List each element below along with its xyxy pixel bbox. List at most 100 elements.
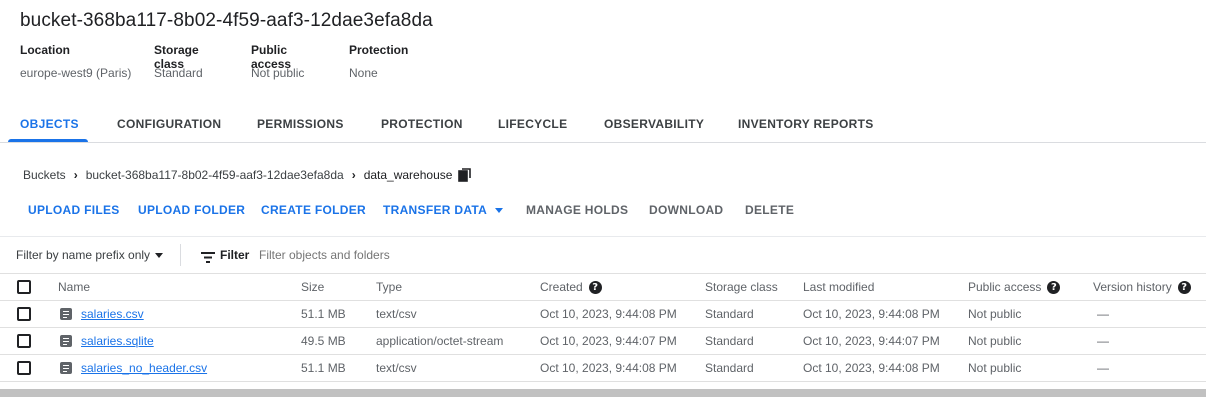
- filter-bar: Filter by name prefix only Filter: [0, 236, 1206, 273]
- file-icon: [60, 308, 72, 320]
- version-history-cell: —: [1093, 354, 1206, 382]
- name-cell: salaries.sqlite: [58, 327, 301, 355]
- filter-prefix-dropdown[interactable]: Filter by name prefix only: [16, 248, 164, 262]
- select-all-checkbox[interactable]: [17, 280, 31, 295]
- object-link[interactable]: salaries.csv: [81, 307, 144, 321]
- file-icon: [60, 362, 72, 374]
- breadcrumb-bucket[interactable]: bucket-368ba117-8b02-4f59-aaf3-12dae3efa…: [86, 168, 344, 182]
- last-modified-cell: Oct 10, 2023, 9:44:08 PM: [803, 354, 968, 382]
- public-access-cell: Not public: [968, 300, 1093, 328]
- transfer-data-label: TRANSFER DATA: [383, 203, 488, 217]
- meta-value: europe-west9 (Paris): [20, 66, 132, 80]
- tab-objects[interactable]: OBJECTS: [20, 117, 79, 131]
- storage-class-cell: Standard: [705, 327, 803, 355]
- active-tab-indicator: [8, 139, 88, 142]
- col-storage-class[interactable]: Storage class: [705, 273, 803, 301]
- col-name[interactable]: Name: [58, 273, 301, 301]
- type-cell: application/octet-stream: [376, 327, 540, 355]
- upload-files-button[interactable]: UPLOAD FILES: [28, 203, 120, 217]
- col-created[interactable]: Created?: [540, 273, 705, 301]
- meta-value: Standard: [154, 66, 203, 80]
- meta-value: None: [349, 66, 378, 80]
- tab-permissions[interactable]: PERMISSIONS: [257, 117, 344, 131]
- download-button[interactable]: DOWNLOAD: [649, 203, 723, 217]
- table-row: salaries.sqlite 49.5 MB application/octe…: [0, 327, 1206, 355]
- tab-bar: OBJECTS CONFIGURATION PERMISSIONS PROTEC…: [0, 108, 1206, 143]
- caret-down-icon: [155, 253, 164, 259]
- version-history-cell: —: [1093, 300, 1206, 328]
- tab-protection[interactable]: PROTECTION: [381, 117, 463, 131]
- storage-class-cell: Standard: [705, 354, 803, 382]
- filter-icon: [201, 250, 215, 263]
- row-checkbox[interactable]: [17, 361, 31, 376]
- created-cell: Oct 10, 2023, 9:44:08 PM: [540, 354, 705, 382]
- object-link[interactable]: salaries_no_header.csv: [81, 361, 207, 375]
- meta-label: Protection: [349, 43, 409, 57]
- row-select-cell: [0, 354, 58, 382]
- table-row: salaries.csv 51.1 MB text/csv Oct 10, 20…: [0, 300, 1206, 328]
- size-cell: 51.1 MB: [301, 300, 376, 328]
- col-public-access[interactable]: Public access?: [968, 273, 1093, 301]
- filter-objects-input[interactable]: [259, 248, 559, 262]
- size-cell: 49.5 MB: [301, 327, 376, 355]
- row-select-cell: [0, 300, 58, 328]
- tab-configuration[interactable]: CONFIGURATION: [117, 117, 221, 131]
- file-icon: [60, 335, 72, 347]
- copy-icon[interactable]: [458, 168, 472, 182]
- bucket-title: bucket-368ba117-8b02-4f59-aaf3-12dae3efa…: [20, 10, 433, 31]
- name-cell: salaries.csv: [58, 300, 301, 328]
- meta-label: Location: [20, 43, 70, 57]
- size-cell: 51.1 MB: [301, 354, 376, 382]
- meta-label: Public access: [251, 43, 292, 71]
- horizontal-scrollbar[interactable]: [0, 389, 1206, 397]
- meta-storage-class: Storage class Standard: [154, 43, 231, 80]
- breadcrumb-current-folder: data_warehouse: [363, 168, 453, 182]
- breadcrumb-buckets[interactable]: Buckets: [23, 168, 66, 182]
- name-cell: salaries_no_header.csv: [58, 354, 301, 382]
- public-access-cell: Not public: [968, 354, 1093, 382]
- select-all-cell: [0, 273, 58, 301]
- col-created-label: Created: [540, 279, 583, 294]
- manage-holds-button[interactable]: MANAGE HOLDS: [526, 203, 628, 217]
- meta-public-access: Public access Not public: [251, 43, 329, 80]
- bucket-meta: Location europe-west9 (Paris) Storage cl…: [20, 43, 439, 80]
- tab-lifecycle[interactable]: LIFECYCLE: [498, 117, 567, 131]
- col-version-history-label: Version history: [1093, 279, 1172, 294]
- type-cell: text/csv: [376, 354, 540, 382]
- caret-down-icon: [495, 208, 504, 214]
- public-access-cell: Not public: [968, 327, 1093, 355]
- table-header-row: Name Size Type Created? Storage class La…: [0, 273, 1206, 301]
- type-cell: text/csv: [376, 300, 540, 328]
- storage-class-cell: Standard: [705, 300, 803, 328]
- delete-button[interactable]: DELETE: [745, 203, 794, 217]
- filter-label: Filter: [220, 248, 250, 262]
- created-cell: Oct 10, 2023, 9:44:08 PM: [540, 300, 705, 328]
- filter-prefix-label: Filter by name prefix only: [16, 248, 151, 262]
- create-folder-button[interactable]: CREATE FOLDER: [261, 203, 366, 217]
- object-link[interactable]: salaries.sqlite: [81, 334, 154, 348]
- version-history-cell: —: [1093, 327, 1206, 355]
- table-row: salaries_no_header.csv 51.1 MB text/csv …: [0, 354, 1206, 382]
- created-cell: Oct 10, 2023, 9:44:07 PM: [540, 327, 705, 355]
- meta-label: Storage class: [154, 43, 199, 71]
- help-icon[interactable]: ?: [1047, 281, 1061, 295]
- row-checkbox[interactable]: [17, 307, 31, 322]
- help-icon[interactable]: ?: [588, 281, 602, 295]
- col-type[interactable]: Type: [376, 273, 540, 301]
- upload-folder-button[interactable]: UPLOAD FOLDER: [138, 203, 245, 217]
- tab-observability[interactable]: OBSERVABILITY: [604, 117, 704, 131]
- row-checkbox[interactable]: [17, 334, 31, 349]
- chevron-right-icon: ›: [351, 168, 356, 182]
- meta-value: Not public: [251, 66, 305, 80]
- col-size[interactable]: Size: [301, 273, 376, 301]
- col-version-history[interactable]: Version history?: [1093, 273, 1206, 301]
- divider: [180, 244, 181, 266]
- tab-inventory-reports[interactable]: INVENTORY REPORTS: [738, 117, 874, 131]
- row-select-cell: [0, 327, 58, 355]
- breadcrumb: Buckets › bucket-368ba117-8b02-4f59-aaf3…: [23, 168, 472, 182]
- help-icon[interactable]: ?: [1177, 281, 1191, 295]
- col-last-modified[interactable]: Last modified: [803, 273, 968, 301]
- transfer-data-button[interactable]: TRANSFER DATA: [383, 203, 504, 217]
- chevron-right-icon: ›: [73, 168, 78, 182]
- last-modified-cell: Oct 10, 2023, 9:44:08 PM: [803, 300, 968, 328]
